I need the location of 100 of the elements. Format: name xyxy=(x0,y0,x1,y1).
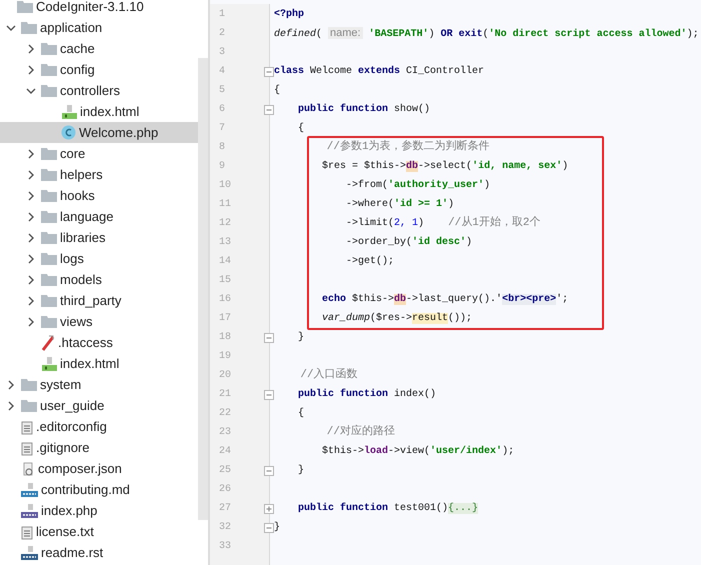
chevron-right-icon[interactable] xyxy=(26,254,36,264)
tree-item[interactable]: helpers xyxy=(0,164,198,185)
chevron-right-icon[interactable] xyxy=(26,190,36,200)
feather-file-icon xyxy=(41,334,55,350)
tree-item[interactable]: views xyxy=(0,311,198,332)
chevron-right-icon[interactable] xyxy=(6,380,16,390)
line-number: 20 xyxy=(218,369,232,383)
code-line: ->order_by('id desc') xyxy=(345,236,474,250)
line-number: 16 xyxy=(218,293,232,307)
line-number: 18 xyxy=(218,331,232,345)
tree-item[interactable]: user_guide xyxy=(0,395,198,416)
chevron-right-icon[interactable] xyxy=(26,44,36,54)
line-number: 1 xyxy=(218,8,226,22)
folder-icon xyxy=(41,84,57,97)
code-line: public function show() xyxy=(297,102,432,117)
line-number: 21 xyxy=(218,388,232,402)
tree-item[interactable]: index.html xyxy=(0,353,198,374)
code-line: { xyxy=(274,84,282,98)
chevron-right-icon[interactable] xyxy=(26,274,36,284)
tree-item[interactable]: system xyxy=(0,374,198,395)
text-file-icon xyxy=(21,524,33,540)
expand-fold-icon[interactable] xyxy=(264,504,274,514)
chevron-right-icon[interactable] xyxy=(26,148,36,158)
line-number: 7 xyxy=(218,122,226,136)
tree-item[interactable]: index.php xyxy=(0,500,198,521)
tree-item[interactable]: composer.json xyxy=(0,458,198,479)
chevron-down-icon[interactable] xyxy=(26,86,36,96)
line-number: 13 xyxy=(218,236,232,250)
folder-icon xyxy=(41,168,57,181)
line-number: 22 xyxy=(218,407,232,421)
tree-item[interactable]: libraries xyxy=(0,227,198,248)
tree-item[interactable]: application xyxy=(0,17,198,38)
chevron-right-icon[interactable] xyxy=(26,316,36,326)
tree-item[interactable]: models xyxy=(0,269,198,290)
chevron-right-icon[interactable] xyxy=(26,170,36,180)
tree-item[interactable]: config xyxy=(0,59,198,80)
chevron-right-icon[interactable] xyxy=(26,296,36,306)
code-line: } xyxy=(274,520,282,535)
scrollbar[interactable] xyxy=(198,58,208,520)
tree-item[interactable]: index.html xyxy=(0,101,198,122)
line-number: 14 xyxy=(218,255,232,269)
tree-item[interactable]: core xyxy=(0,143,198,164)
code-line: ->from('authority_user') xyxy=(345,178,492,193)
chevron-right-icon[interactable] xyxy=(6,400,16,410)
chevron-down-icon[interactable] xyxy=(6,22,16,32)
tree-item[interactable]: .gitignore xyxy=(0,437,198,458)
tree-item[interactable]: contributing.md xyxy=(0,479,198,500)
chevron-right-icon[interactable] xyxy=(26,232,36,242)
folder-icon xyxy=(21,21,37,34)
line-number: 4 xyxy=(218,65,226,79)
tree-item[interactable]: logs xyxy=(0,248,198,269)
code-line: { xyxy=(297,122,306,136)
code-line: public function test001(){...} xyxy=(297,502,480,516)
html-file-icon xyxy=(61,104,77,120)
tree-item[interactable]: .htaccess xyxy=(0,332,198,353)
code-line: defined( name: 'BASEPATH') OR exit('No direct script access allowed'); xyxy=(274,26,699,42)
tree-item[interactable]: Welcome.php xyxy=(0,122,198,143)
code-line: <?php xyxy=(274,8,306,22)
line-number: 2 xyxy=(218,27,226,41)
line-number: 25 xyxy=(218,464,232,478)
tree-item[interactable]: hooks xyxy=(0,185,198,206)
folder-icon xyxy=(41,273,57,286)
collapse-fold-icon[interactable] xyxy=(264,66,274,76)
code-line: ->where('id >= 1') xyxy=(345,198,456,212)
md-file-icon xyxy=(21,482,38,498)
tree-item[interactable]: third_party xyxy=(0,290,198,311)
tree-item[interactable]: language xyxy=(0,206,198,227)
line-number: 9 xyxy=(218,160,226,174)
tree-item[interactable]: .editorconfig xyxy=(0,416,198,437)
collapse-fold-icon[interactable] xyxy=(264,104,274,114)
chevron-right-icon[interactable] xyxy=(26,212,36,222)
code-line: //入口函数 xyxy=(299,367,359,383)
chevron-right-icon[interactable] xyxy=(26,64,36,74)
tree-item[interactable]: readme.rst xyxy=(0,542,198,563)
fold-end-icon[interactable] xyxy=(264,466,274,476)
code-line: } xyxy=(297,464,306,478)
folder-icon xyxy=(21,399,37,412)
line-number: 27 xyxy=(218,502,232,516)
line-number: 17 xyxy=(218,312,232,326)
fold-end-icon[interactable] xyxy=(264,522,274,532)
tree-item[interactable]: controllers xyxy=(0,80,198,101)
tree-item[interactable]: CodeIgniter-3.1.10 xyxy=(0,0,198,17)
code-line: } xyxy=(297,330,306,345)
tree-item[interactable]: cache xyxy=(0,38,198,59)
code-line: { xyxy=(297,406,306,421)
code-line: $res = $this->db->select('id, name, sex') xyxy=(321,160,570,174)
json-file-icon xyxy=(21,460,35,476)
tree-item[interactable]: license.txt xyxy=(0,521,198,542)
line-number: 3 xyxy=(218,46,226,60)
text-file-icon xyxy=(21,418,33,434)
line-number: 32 xyxy=(218,521,232,535)
line-number: 19 xyxy=(218,350,232,364)
fold-end-icon[interactable] xyxy=(264,332,274,342)
php-file-icon xyxy=(21,502,38,518)
folder-icon xyxy=(17,0,33,13)
folder-icon xyxy=(41,294,57,307)
line-number: 10 xyxy=(218,179,232,193)
collapse-fold-icon[interactable] xyxy=(264,390,274,400)
folder-icon xyxy=(41,231,57,244)
folder-icon xyxy=(41,63,57,76)
